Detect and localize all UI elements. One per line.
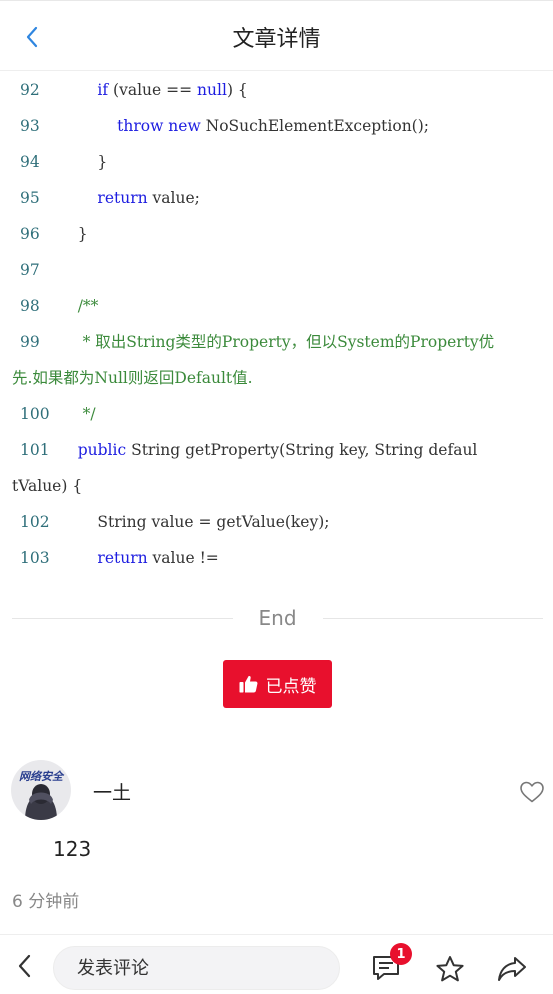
code-token: /** — [58, 297, 99, 315]
code-token: NoSuchElementException(); — [200, 117, 429, 135]
code-token: value != — [147, 549, 219, 567]
code-block: 92 if (value == null) {93 throw new NoSu… — [0, 72, 553, 576]
line-number: 92 — [20, 81, 40, 99]
star-icon[interactable] — [435, 955, 465, 983]
code-token: */ — [58, 405, 96, 423]
code-line: 98 /** — [0, 288, 553, 324]
code-token: return — [97, 189, 148, 207]
line-number: 99 — [20, 333, 40, 351]
line-number: 102 — [20, 513, 50, 531]
hacker-silhouette-icon — [25, 784, 57, 820]
code-line: 101 public String getProperty(String key… — [0, 432, 553, 468]
code-line-wrap: 先.如果都为Null则返回Default值. — [0, 360, 553, 396]
liked-button[interactable]: 已点赞 — [223, 660, 332, 708]
share-icon[interactable] — [497, 955, 527, 983]
code-token: String value = getValue(key); — [58, 513, 330, 531]
comment-input[interactable] — [53, 946, 340, 990]
code-token: null — [197, 81, 227, 99]
code-token: value; — [147, 189, 200, 207]
code-line: 103 return value != — [0, 540, 553, 576]
comment-count-badge: 1 — [390, 943, 412, 965]
page-title: 文章详情 — [232, 27, 321, 52]
end-label: End — [258, 606, 297, 630]
comment-text: 123 — [53, 837, 92, 861]
code-token: throw — [117, 117, 164, 135]
code-token: ) { — [226, 81, 248, 99]
line-number: 97 — [20, 261, 40, 279]
end-divider: End — [12, 604, 544, 632]
code-token: 先.如果都为Null则返回Default值. — [12, 369, 253, 387]
code-line: 92 if (value == null) { — [0, 72, 553, 108]
line-number: 98 — [20, 297, 40, 315]
code-token: if — [97, 81, 109, 99]
code-line: 97 — [0, 252, 553, 288]
code-line: 99 * 取出String类型的Property，但以System的Proper… — [0, 324, 553, 360]
code-token: } — [58, 225, 88, 243]
avatar[interactable]: 网络安全 — [11, 760, 71, 820]
divider-line-right — [322, 617, 544, 619]
divider-line-left — [12, 617, 233, 619]
line-number: 101 — [20, 441, 50, 459]
bottom-bar: 1 — [0, 934, 553, 994]
line-number: 96 — [20, 225, 40, 243]
code-line: 95 return value; — [0, 180, 553, 216]
code-line-wrap: tValue) { — [0, 468, 553, 504]
code-token: (value == — [108, 81, 198, 99]
code-token: new — [168, 117, 201, 135]
code-line: 100 */ — [0, 396, 553, 432]
thumbs-up-icon — [239, 676, 257, 693]
line-number: 93 — [20, 117, 40, 135]
chevron-left-icon[interactable] — [12, 953, 38, 979]
code-line: 94 } — [0, 144, 553, 180]
code-token: } — [58, 153, 108, 171]
line-number: 103 — [20, 549, 50, 567]
top-nav-bar: 文章详情 — [0, 0, 553, 71]
line-number: 100 — [20, 405, 50, 423]
line-number: 95 — [20, 189, 40, 207]
line-number: 94 — [20, 153, 40, 171]
liked-button-label: 已点赞 — [265, 676, 317, 697]
code-token: tValue) { — [12, 477, 83, 495]
code-line: 96 } — [0, 216, 553, 252]
code-token: String getProperty(String key, String de… — [126, 441, 478, 459]
code-line: 102 String value = getValue(key); — [0, 504, 553, 540]
code-token: public — [77, 441, 127, 459]
comment-time: 6 分钟前 — [12, 892, 80, 912]
heart-icon[interactable] — [519, 780, 545, 804]
code-token: return — [97, 549, 148, 567]
code-line: 93 throw new NoSuchElementException(); — [0, 108, 553, 144]
code-token: * 取出String类型的Property，但以System的Property优 — [58, 333, 495, 351]
comment-author[interactable]: 一土 — [93, 778, 131, 805]
